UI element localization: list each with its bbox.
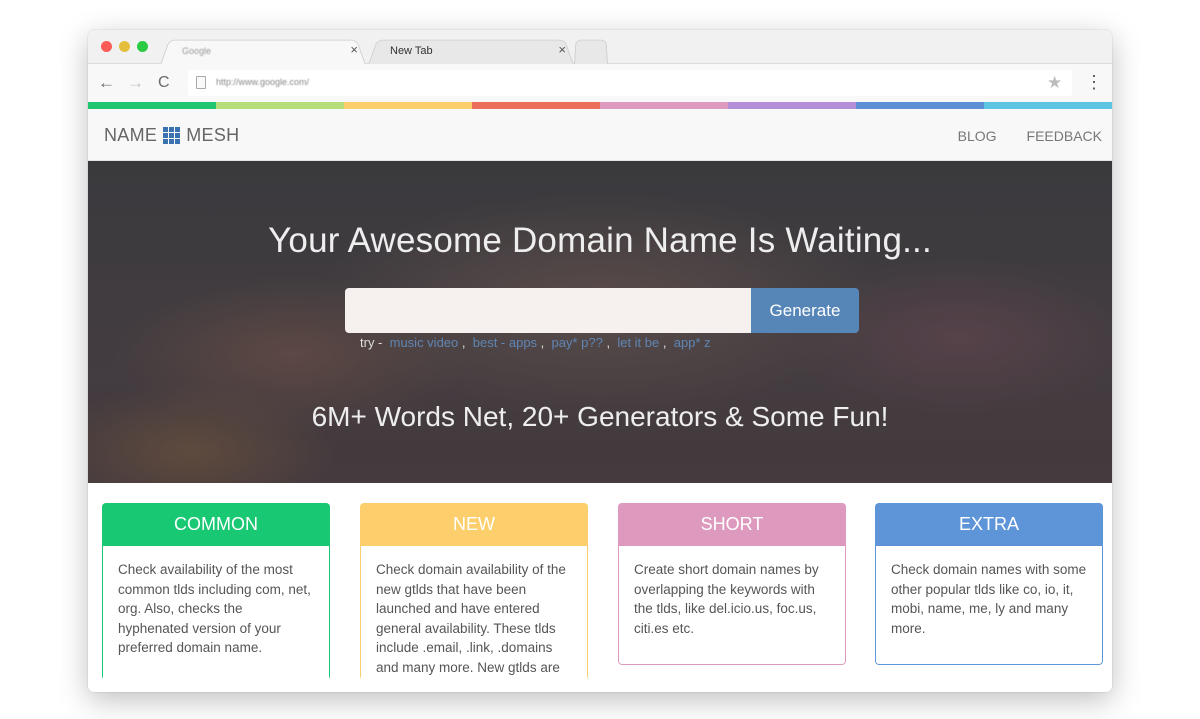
- new-tab-button[interactable]: [574, 37, 608, 65]
- card-common[interactable]: COMMON Check availability of the most co…: [102, 503, 330, 680]
- example-link[interactable]: app* z: [674, 335, 711, 350]
- color-stripe-segment: [472, 102, 600, 109]
- example-separator: ,: [458, 335, 470, 350]
- minimize-window-button[interactable]: [119, 41, 130, 52]
- url-text: http://www.google.com/: [216, 77, 310, 87]
- color-stripe-segment: [728, 102, 856, 109]
- bookmark-star-icon[interactable]: ★: [1047, 73, 1062, 93]
- back-arrow-icon[interactable]: ←: [98, 73, 115, 93]
- try-examples: try - music video , best - apps , pay* p…: [360, 335, 711, 350]
- color-stripe-segment: [600, 102, 728, 109]
- example-link[interactable]: let it be: [617, 335, 659, 350]
- tab-title: Google: [182, 46, 212, 56]
- color-stripe-segment: [216, 102, 344, 109]
- browser-menu-icon[interactable]: ⋮: [1085, 72, 1103, 92]
- hero-subtitle: 6M+ Words Net, 20+ Generators & Some Fun…: [311, 401, 889, 432]
- color-stripe-segment: [344, 102, 472, 109]
- maximize-window-button[interactable]: [137, 41, 148, 52]
- domain-search-input[interactable]: [345, 288, 751, 333]
- color-stripe: [88, 102, 1112, 109]
- example-link[interactable]: pay* p??: [552, 335, 603, 350]
- generator-cards: COMMON Check availability of the most co…: [88, 483, 1112, 692]
- card-title: EXTRA: [875, 503, 1103, 546]
- tab-google[interactable]: Google ×: [160, 37, 366, 65]
- color-stripe-segment: [88, 102, 216, 109]
- example-separator: ,: [537, 335, 548, 350]
- close-tab-icon[interactable]: ×: [350, 42, 358, 57]
- card-short[interactable]: SHORT Create short domain names by overl…: [618, 503, 846, 665]
- card-title: COMMON: [102, 503, 330, 546]
- card-text: Check domain availability of the new gtl…: [360, 546, 588, 680]
- grid-icon: [163, 127, 181, 144]
- brand-name-left: NAME: [104, 125, 158, 145]
- browser-toolbar: ← → C http://www.google.com/ ★ ⋮: [88, 64, 1112, 102]
- hero-title: Your Awesome Domain Name Is Waiting...: [268, 221, 932, 260]
- page-icon: [196, 76, 206, 89]
- nav-link-blog[interactable]: BLOG: [958, 128, 997, 144]
- example-link[interactable]: best - apps: [473, 335, 537, 350]
- site-navbar: NAME MESH BLOG FEEDBACK: [88, 109, 1112, 161]
- tab-new-tab[interactable]: New Tab ×: [368, 37, 574, 65]
- card-extra[interactable]: EXTRA Check domain names with some other…: [875, 503, 1103, 665]
- generate-button[interactable]: Generate: [751, 288, 859, 333]
- example-separator: ,: [602, 335, 614, 350]
- nav-link-feedback[interactable]: FEEDBACK: [1027, 128, 1102, 144]
- tab-strip: Google × New Tab ×: [88, 30, 1112, 65]
- card-new[interactable]: NEW Check domain availability of the new…: [360, 503, 588, 680]
- close-window-button[interactable]: [101, 41, 112, 52]
- hero-section: Your Awesome Domain Name Is Waiting... G…: [88, 161, 1112, 483]
- brand-name-right: MESH: [186, 125, 240, 145]
- browser-window: Google × New Tab × ← → C http://www.goog…: [88, 30, 1112, 692]
- example-link[interactable]: music video: [390, 335, 459, 350]
- address-bar[interactable]: http://www.google.com/: [188, 70, 1072, 96]
- card-text: Check domain names with some other popul…: [875, 546, 1103, 665]
- tab-title: New Tab: [390, 45, 433, 57]
- close-tab-icon[interactable]: ×: [558, 42, 566, 57]
- site-logo[interactable]: NAME MESH: [104, 125, 239, 146]
- card-text: Create short domain names by overlapping…: [618, 546, 846, 665]
- color-stripe-segment: [856, 102, 984, 109]
- reload-icon[interactable]: C: [158, 73, 170, 93]
- card-title: NEW: [360, 503, 588, 546]
- forward-arrow-icon[interactable]: →: [127, 73, 144, 93]
- card-title: SHORT: [618, 503, 846, 546]
- color-stripe-segment: [984, 102, 1112, 109]
- card-text: Check availability of the most common tl…: [102, 546, 330, 680]
- nav-links: BLOG FEEDBACK: [958, 128, 1102, 144]
- try-prefix: try -: [360, 335, 386, 350]
- example-separator: ,: [659, 335, 671, 350]
